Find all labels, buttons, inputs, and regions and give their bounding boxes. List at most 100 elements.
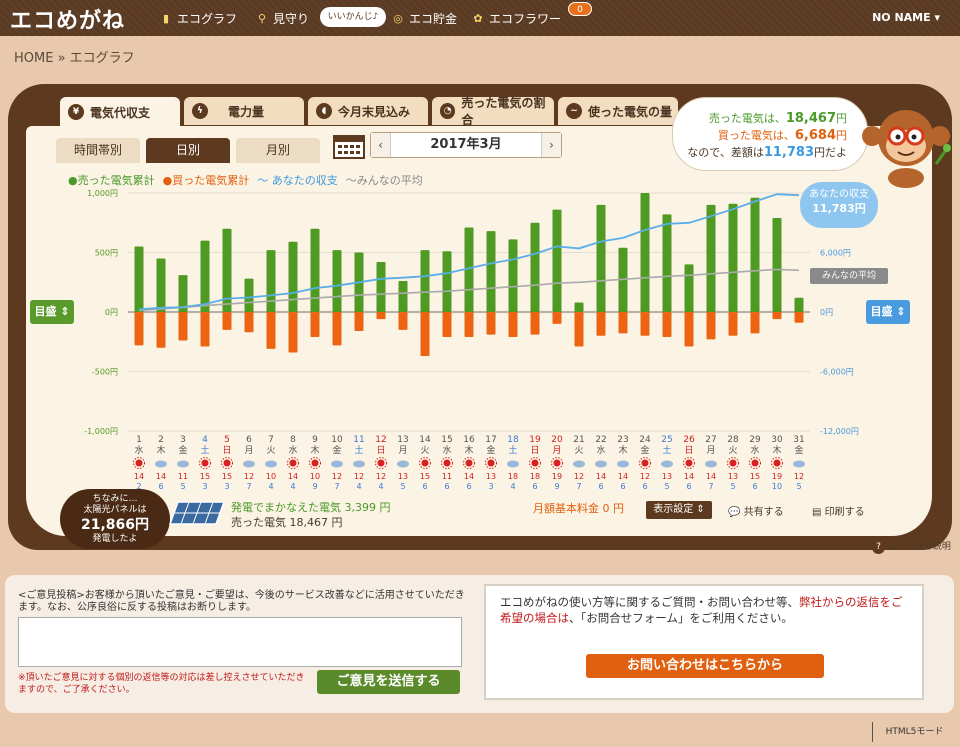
tab-sold-ratio[interactable]: ◔ 売った電気の割合 (432, 96, 554, 127)
nav-eco-flower[interactable]: ✿ エコフラワー (470, 10, 561, 27)
help-link[interactable]: ? よくわかる説明 (872, 539, 951, 554)
prev-month-button[interactable]: ‹ (371, 133, 391, 157)
day-number: 25 (661, 435, 672, 445)
temp-high: 10 (310, 472, 320, 481)
day-number: 12 (375, 435, 386, 445)
calendar-icon[interactable] (333, 133, 365, 159)
sold-bar (530, 222, 540, 312)
weekday-label: 木 (156, 444, 165, 456)
sold-bar (420, 250, 430, 312)
cloud-icon (595, 460, 607, 468)
temp-low: 6 (686, 482, 691, 491)
weekday-label: 金 (640, 444, 649, 456)
right-scale-button[interactable]: 目盛 ⇕ (866, 300, 910, 324)
sold-bar (288, 241, 298, 312)
left-scale-button[interactable]: 目盛 ⇕ (30, 300, 74, 324)
subtab-hourly[interactable]: 時間帯別 (56, 138, 140, 163)
cloud-icon (793, 460, 805, 468)
sold-bar (266, 250, 276, 312)
cloud-icon (177, 460, 189, 468)
bought-bar (266, 312, 276, 349)
temp-high: 14 (288, 472, 298, 481)
cloud-icon (243, 460, 255, 468)
sold-bar (310, 228, 320, 312)
weekday-label: 日 (222, 445, 231, 456)
bought-bar (178, 312, 188, 341)
user-menu[interactable]: NO NAME ▾ (872, 11, 940, 24)
tab-used-amount[interactable]: ~ 使った電気の量 (558, 97, 678, 125)
nav-eco-savings[interactable]: ◎ エコ貯金 (390, 10, 457, 27)
sun-icon (443, 459, 451, 467)
temp-high: 18 (508, 472, 518, 481)
generation-summary: 発電でまかなえた電気 3,399 円 売った電気 18,467 円 (231, 501, 391, 529)
weekday-label: 水 (134, 444, 143, 456)
weekday-label: 金 (178, 444, 187, 456)
average-callout: みんなの平均 (810, 268, 888, 284)
feedback-input[interactable] (18, 617, 462, 667)
contact-button[interactable]: お問い合わせはこちらから (586, 654, 824, 678)
print-button[interactable]: ▤ 印刷する (812, 503, 865, 518)
temp-low: 6 (642, 482, 647, 491)
weekday-label: 火 (728, 445, 737, 456)
tab-month-end-forecast[interactable]: ◖ 今月末見込み (308, 97, 428, 125)
weekday-label: 月 (552, 445, 561, 456)
cloud-icon (507, 460, 519, 468)
breadcrumb[interactable]: HOME » エコグラフ (14, 47, 135, 66)
temp-high: 11 (442, 472, 452, 481)
temp-low: 5 (664, 482, 669, 491)
bought-bar (222, 312, 232, 330)
sun-icon (773, 459, 781, 467)
temp-low: 5 (796, 482, 801, 491)
temp-high: 12 (244, 472, 254, 481)
bought-bar (706, 312, 716, 340)
sold-bar (574, 302, 584, 312)
temp-low: 6 (422, 482, 427, 491)
tab-label: 電気代収支 (90, 105, 151, 120)
bought-bar (486, 312, 496, 335)
left-axis-tick: 0円 (105, 308, 118, 317)
sold-bar (486, 231, 496, 312)
bar-chart-icon: ▮ (162, 11, 170, 25)
subtab-daily[interactable]: 日別 (146, 138, 230, 163)
temp-high: 14 (618, 472, 628, 481)
tab-electricity-balance[interactable]: ¥ 電気代収支 (60, 97, 180, 127)
logo[interactable]: エコめがね (10, 3, 125, 35)
bought-bar (244, 312, 254, 333)
day-number: 23 (617, 435, 628, 445)
temp-high: 13 (486, 472, 496, 481)
sold-bar (398, 281, 408, 312)
bought-bar (552, 312, 562, 324)
sold-bar (772, 217, 782, 312)
cloud-icon (573, 460, 585, 468)
temp-low: 4 (356, 482, 361, 491)
nav-watch[interactable]: ⚲ 見守り (254, 10, 309, 27)
sold-bar (684, 264, 694, 312)
nav-label: 見守り (273, 12, 310, 26)
day-number: 15 (441, 435, 452, 445)
weekday-label: 木 (310, 444, 319, 456)
temp-high: 13 (662, 472, 672, 481)
weekday-label: 水 (442, 444, 451, 456)
tab-power-amount[interactable]: ϟ 電力量 (184, 97, 304, 125)
temp-low: 6 (598, 482, 603, 491)
nav-eco-graph[interactable]: ▮ エコグラフ (158, 10, 237, 27)
weekday-label: 月 (706, 445, 715, 456)
day-number: 11 (353, 435, 364, 445)
day-number: 26 (683, 435, 695, 445)
weekday-label: 木 (464, 444, 473, 456)
sold-bar (332, 250, 342, 312)
day-number: 8 (290, 435, 296, 445)
share-button[interactable]: 💬 共有する (728, 503, 784, 518)
subtab-monthly[interactable]: 月別 (236, 138, 320, 163)
bought-bar (442, 312, 452, 337)
display-settings-button[interactable]: 表示設定 ⇕ (646, 501, 712, 519)
sun-icon (311, 459, 319, 467)
cloud-icon (705, 460, 717, 468)
day-number: 1 (136, 435, 142, 445)
feedback-description: <ご意見投稿>お客様から頂いたご意見・ご要望は、今後のサービス改善などに活用させ… (18, 590, 465, 613)
html5-mode-link[interactable]: HTML5モード (872, 722, 956, 742)
summary-bought: 買った電気は、6,684円 (717, 128, 847, 143)
next-month-button[interactable]: › (541, 133, 561, 157)
weekday-label: 金 (794, 444, 803, 456)
send-feedback-button[interactable]: ご意見を送信する (317, 670, 460, 694)
